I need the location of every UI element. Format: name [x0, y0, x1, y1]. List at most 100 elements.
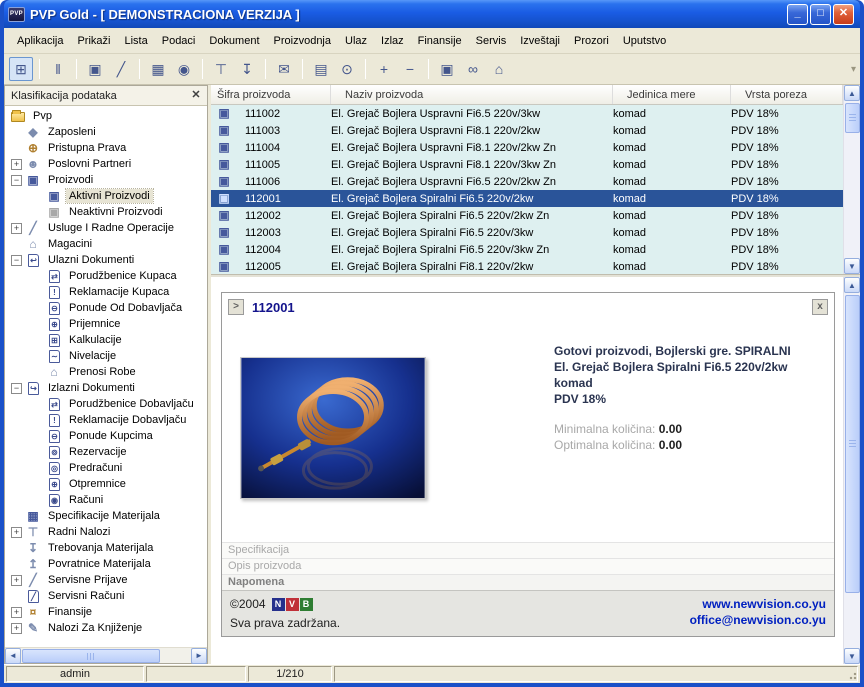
- print-button[interactable]: ▤: [309, 57, 333, 81]
- tree-item-proizvodi[interactable]: −▣Proizvodi: [5, 172, 207, 188]
- table-row[interactable]: ▣111003El. Grejač Bojlera Uspravni Fi8.1…: [211, 122, 843, 139]
- scroll-thumb[interactable]: [845, 295, 860, 593]
- tree-item-porud-benice-kupaca[interactable]: ⇄Porudžbenice Kupaca: [5, 268, 207, 284]
- tree-item-otpremnice[interactable]: ⊕Otpremnice: [5, 476, 207, 492]
- tree-item-usluge-i-radne-operacije[interactable]: +╱Usluge I Radne Operacije: [5, 220, 207, 236]
- menu-item-podaci[interactable]: Podaci: [155, 32, 203, 50]
- table-row[interactable]: ▣112005El. Grejač Bojlera Spiralni Fi8.1…: [211, 258, 843, 274]
- tree-item-specifikacije-materijala[interactable]: ▦Specifikacije Materijala: [5, 508, 207, 524]
- expand-icon[interactable]: +: [11, 575, 22, 586]
- table-row[interactable]: ▣112002El. Grejač Bojlera Spiralni Fi6.5…: [211, 207, 843, 224]
- menu-item-uputstvo[interactable]: Uputstvo: [616, 32, 673, 50]
- table-row[interactable]: ▣111004El. Grejač Bojlera Uspravni Fi8.1…: [211, 139, 843, 156]
- expand-icon[interactable]: +: [11, 623, 22, 634]
- table-vertical-scrollbar[interactable]: ▲ ▼: [843, 85, 860, 274]
- expand-detail-button[interactable]: >: [228, 299, 244, 315]
- tree-horizontal-scrollbar[interactable]: ◄ ►: [5, 647, 207, 663]
- menu-item-finansije[interactable]: Finansije: [411, 32, 469, 50]
- tree-item-pvp[interactable]: Pvp: [5, 108, 207, 124]
- tree-item-pristupna-prava[interactable]: ⊕Pristupna Prava: [5, 140, 207, 156]
- scroll-down-icon[interactable]: ▼: [844, 258, 860, 274]
- column-header-tax[interactable]: Vrsta poreza: [731, 85, 843, 104]
- scroll-up-icon[interactable]: ▲: [844, 85, 860, 101]
- tree-item-ulazni-dokumenti[interactable]: −↩Ulazni Dokumenti: [5, 252, 207, 268]
- tree-item-trebovanja-materijala[interactable]: ↧Trebovanja Materijala: [5, 540, 207, 556]
- tree-item-aktivni-proizvodi[interactable]: ▣Aktivni Proizvodi: [5, 188, 207, 204]
- menu-item-lista[interactable]: Lista: [117, 32, 154, 50]
- tree-item-povratnice-materijala[interactable]: ↥Povratnice Materijala: [5, 556, 207, 572]
- services-button[interactable]: ╱: [109, 57, 133, 81]
- tree-item-ponude-od-dobavlja-a[interactable]: ⊖Ponude Od Dobavljača: [5, 300, 207, 316]
- classification-tree-button[interactable]: ⊞: [9, 57, 33, 81]
- minimize-button[interactable]: _: [787, 4, 808, 25]
- detail-vertical-scrollbar[interactable]: ▲ ▼: [843, 277, 860, 664]
- print-preview-button[interactable]: ⊙: [335, 57, 359, 81]
- menu-item-prika-i[interactable]: Prikaži: [70, 32, 117, 50]
- maximize-button[interactable]: □: [810, 4, 831, 25]
- home-button[interactable]: ⌂: [487, 57, 511, 81]
- expand-icon[interactable]: +: [11, 159, 22, 170]
- tree-item-zaposleni[interactable]: ◆Zaposleni: [5, 124, 207, 140]
- bolt-down-button[interactable]: ↧: [235, 57, 259, 81]
- tree-item-radni-nalozi[interactable]: +⊤Radni Nalozi: [5, 524, 207, 540]
- collapse-icon[interactable]: −: [11, 255, 22, 266]
- email-link[interactable]: office@newvision.co.yu: [690, 612, 826, 628]
- table-row[interactable]: ▣112003El. Grejač Bojlera Spiralni Fi6.5…: [211, 224, 843, 241]
- tree-item-servisni-ra-uni[interactable]: ╱Servisni Računi: [5, 588, 207, 604]
- collapse-icon[interactable]: −: [11, 383, 22, 394]
- expand-icon[interactable]: +: [11, 223, 22, 234]
- add-button[interactable]: +: [372, 57, 396, 81]
- scroll-thumb[interactable]: [845, 103, 860, 133]
- package-button[interactable]: ▣: [435, 57, 459, 81]
- tree-item-neaktivni-proizvodi[interactable]: ▣Neaktivni Proizvodi: [5, 204, 207, 220]
- close-button[interactable]: ✕: [833, 4, 854, 25]
- menu-item-proizvodnja[interactable]: Proizvodnja: [267, 32, 338, 50]
- tree-item-kalkulacije[interactable]: ⊞Kalkulacije: [5, 332, 207, 348]
- employees-button[interactable]: ‖: [46, 57, 70, 81]
- collapse-icon[interactable]: −: [11, 175, 22, 186]
- tree-item-finansije[interactable]: +¤Finansije: [5, 604, 207, 620]
- bolt-up-button[interactable]: ⊤: [209, 57, 233, 81]
- table-row[interactable]: ▣111006El. Grejač Bojlera Uspravni Fi6.5…: [211, 173, 843, 190]
- menu-item-aplikacija[interactable]: Aplikacija: [10, 32, 70, 50]
- table-row[interactable]: ▣112004El. Grejač Bojlera Spiralni Fi6.5…: [211, 241, 843, 258]
- scroll-down-icon[interactable]: ▼: [844, 648, 860, 664]
- tree-item-ra-uni[interactable]: ◉Računi: [5, 492, 207, 508]
- table-row[interactable]: ▣112001El. Grejač Bojlera Spiralni Fi6.5…: [211, 190, 843, 207]
- tree-item-ponude-kupcima[interactable]: ⊖Ponude Kupcima: [5, 428, 207, 444]
- tree-item-poslovni-partneri[interactable]: +☻Poslovni Partneri: [5, 156, 207, 172]
- products-button[interactable]: ▣: [83, 57, 107, 81]
- expand-icon[interactable]: +: [11, 527, 22, 538]
- windows-button[interactable]: ▦: [146, 57, 170, 81]
- menu-item-servis[interactable]: Servis: [469, 32, 514, 50]
- detail-close-button[interactable]: x: [812, 299, 828, 315]
- menu-item-dokument[interactable]: Dokument: [202, 32, 266, 50]
- tree-item-reklamacije-dobavlja-u[interactable]: !Reklamacije Dobavljaču: [5, 412, 207, 428]
- tree-item-porud-benice-dobavlja-u[interactable]: ⇄Porudžbenice Dobavljaču: [5, 396, 207, 412]
- tree-item-nalozi-za-knji-enje[interactable]: +✎Nalozi Za Knjiženje: [5, 620, 207, 636]
- remove-button[interactable]: −: [398, 57, 422, 81]
- panel-close-icon[interactable]: ✕: [189, 89, 203, 103]
- resize-grip[interactable]: [847, 670, 857, 680]
- tree-item-magacini[interactable]: ⌂Magacini: [5, 236, 207, 252]
- menu-item-prozori[interactable]: Prozori: [567, 32, 616, 50]
- scroll-thumb[interactable]: [22, 649, 160, 663]
- scroll-right-icon[interactable]: ►: [191, 648, 207, 664]
- fax-button[interactable]: ✉: [272, 57, 296, 81]
- tree-item-reklamacije-kupaca[interactable]: !Reklamacije Kupaca: [5, 284, 207, 300]
- tree-item-nivelacije[interactable]: ∼Nivelacije: [5, 348, 207, 364]
- website-link[interactable]: www.newvision.co.yu: [690, 596, 826, 612]
- tree-item-rezervacije[interactable]: ⊚Rezervacije: [5, 444, 207, 460]
- section-note[interactable]: Napomena: [222, 574, 834, 590]
- menu-item-ulaz[interactable]: Ulaz: [338, 32, 374, 50]
- section-description[interactable]: Opis proizvoda: [222, 558, 834, 574]
- column-header-name[interactable]: Naziv proizvoda: [331, 85, 613, 104]
- scroll-up-icon[interactable]: ▲: [844, 277, 860, 293]
- tree-item-prijemnice[interactable]: ⊕Prijemnice: [5, 316, 207, 332]
- column-header-unit[interactable]: Jedinica mere: [613, 85, 731, 104]
- toolbar-overflow-icon[interactable]: ▾: [851, 64, 856, 75]
- table-row[interactable]: ▣111002El. Grejač Bojlera Uspravni Fi6.5…: [211, 105, 843, 122]
- column-header-code[interactable]: Šifra proizvoda: [211, 85, 331, 104]
- section-specification[interactable]: Specifikacija: [222, 542, 834, 558]
- tree-item-predra-uni[interactable]: ◎Predračuni: [5, 460, 207, 476]
